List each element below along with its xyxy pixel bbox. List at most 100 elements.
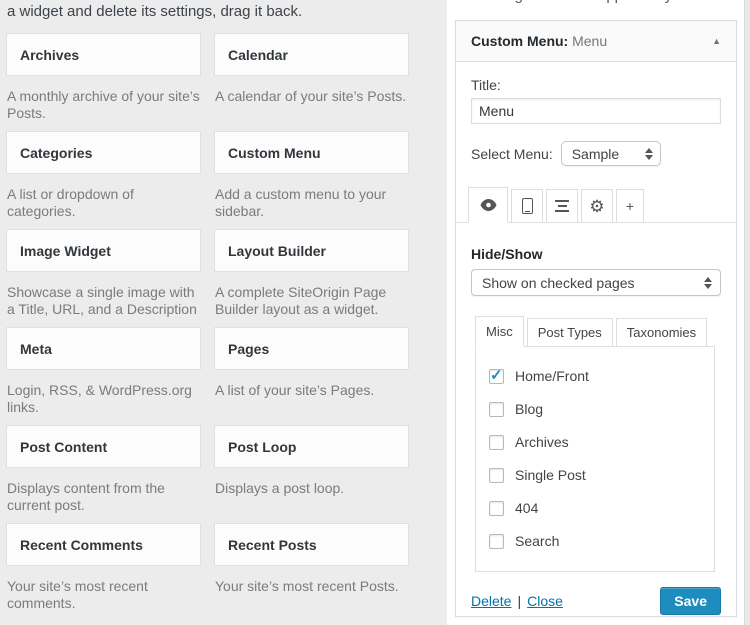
widget-description: A list or dropdown of categories. (6, 186, 201, 220)
checkbox-row[interactable]: ✓ 404 (489, 500, 704, 516)
widget-title: Custom Menu (228, 145, 321, 161)
visibility-tab-misc[interactable]: Misc (475, 316, 524, 347)
widget-card[interactable]: Recent Comments (6, 523, 201, 566)
widget-icon-tabs: ⚙ + (456, 187, 736, 223)
tab-settings[interactable]: ⚙ (581, 189, 613, 223)
widget-card[interactable]: Archives (6, 33, 201, 76)
visibility-tab-bar: MiscPost TypesTaxonomies (471, 316, 721, 346)
checkbox-row[interactable]: ✓ Blog (489, 401, 704, 417)
widgets-admin-page: a widget and delete its settings, drag i… (0, 0, 750, 625)
checkbox[interactable]: ✓ (489, 501, 504, 516)
title-label: Title: (471, 77, 721, 93)
select-arrows-icon (645, 148, 653, 160)
checkbox[interactable]: ✓ (489, 534, 504, 549)
widget-cell: Meta Login, RSS, & WordPress.org links. (6, 327, 201, 416)
widget-header[interactable]: Custom Menu: Menu ▲ (456, 21, 736, 62)
select-arrows-icon (704, 277, 712, 289)
widget-cell: Custom Menu Add a custom menu to your si… (214, 131, 409, 220)
checkbox-row[interactable]: ✓ Single Post (489, 467, 704, 483)
hide-show-value: Show on checked pages (482, 275, 635, 291)
widget-description: Displays content from the current post. (6, 480, 201, 514)
close-link[interactable]: Close (527, 593, 563, 609)
widget-cell: Image Widget Showcase a single image wit… (6, 229, 201, 318)
widget-description: A list of your site’s Pages. (214, 382, 409, 399)
widget-card[interactable]: Post Content (6, 425, 201, 468)
widget-cell: Layout Builder A complete SiteOrigin Pag… (214, 229, 409, 318)
hide-show-dropdown[interactable]: Show on checked pages (471, 269, 721, 296)
collapse-icon[interactable]: ▲ (712, 36, 721, 46)
widget-description: A calendar of your site’s Posts. (214, 88, 409, 105)
widget-footer: Delete | Close Save (471, 587, 721, 615)
footer-separator: | (517, 593, 521, 609)
sidebar-partial-text: widgets here to appear in your (447, 0, 739, 4)
checkbox[interactable]: ✓ (489, 468, 504, 483)
checkbox-label: Archives (515, 434, 569, 450)
checkbox[interactable]: ✓ (489, 402, 504, 417)
save-button[interactable]: Save (660, 587, 721, 615)
widget-cell: Recent Comments Your site’s most recent … (6, 523, 201, 612)
delete-link[interactable]: Delete (471, 593, 511, 609)
widget-cell: Pages A list of your site’s Pages. (214, 327, 409, 416)
select-menu-label: Select Menu: (471, 146, 553, 162)
pages-checkbox-panel: ✓ Home/Front ✓ Blog ✓ Archives ✓ Single … (475, 346, 715, 572)
plus-icon: + (626, 198, 634, 214)
visibility-tab-taxonomies[interactable]: Taxonomies (616, 318, 707, 347)
checkbox-label: Search (515, 533, 559, 549)
checkbox-row[interactable]: ✓ Home/Front (489, 368, 704, 384)
tab-mobile[interactable] (511, 189, 543, 223)
widget-cell: Post Loop Displays a post loop. (214, 425, 409, 514)
widget-title: Post Content (20, 439, 107, 455)
widget-cell: Archives A monthly archive of your site’… (6, 33, 201, 122)
tab-visibility[interactable] (468, 187, 508, 223)
align-center-icon (555, 199, 569, 214)
widget-title: Pages (228, 341, 269, 357)
checkbox-label: 404 (515, 500, 538, 516)
widget-title: Image Widget (20, 243, 111, 259)
checkbox[interactable]: ✓ (489, 435, 504, 450)
checkbox-row[interactable]: ✓ Archives (489, 434, 704, 450)
widget-title: Recent Posts (228, 537, 317, 553)
widget-title: Calendar (228, 47, 288, 63)
visibility-tab-post-types[interactable]: Post Types (527, 318, 613, 347)
tab-alignment[interactable] (546, 189, 578, 223)
select-menu-dropdown[interactable]: Sample (561, 141, 661, 166)
checkbox-label: Single Post (515, 467, 586, 483)
widget-card[interactable]: Recent Posts (214, 523, 409, 566)
widget-title: Recent Comments (20, 537, 143, 553)
checkbox-row[interactable]: ✓ Search (489, 533, 704, 549)
widget-description: Add a custom menu to your sidebar. (214, 186, 409, 220)
widget-card[interactable]: Calendar (214, 33, 409, 76)
widget-card[interactable]: Pages (214, 327, 409, 370)
widget-cell: Post Content Displays content from the c… (6, 425, 201, 514)
title-input[interactable] (471, 98, 721, 124)
sidebar-panel: widgets here to appear in your Custom Me… (447, 0, 750, 625)
widget-card[interactable]: Custom Menu (214, 131, 409, 174)
widget-title: Layout Builder (228, 243, 326, 259)
widget-card[interactable]: Categories (6, 131, 201, 174)
widget-description: Your site’s most recent comments. (6, 578, 201, 612)
available-widgets-panel: a widget and delete its settings, drag i… (0, 0, 447, 625)
widget-description: A monthly archive of your site’s Posts. (6, 88, 201, 122)
checkbox-label: Home/Front (515, 368, 589, 384)
widget-title: Post Loop (228, 439, 296, 455)
widget-card[interactable]: Meta (6, 327, 201, 370)
widget-cell: Recent Posts Your site’s most recent Pos… (214, 523, 409, 612)
widget-description: A complete SiteOrigin Page Builder layou… (214, 284, 409, 318)
widget-card[interactable]: Layout Builder (214, 229, 409, 272)
tab-add[interactable]: + (616, 189, 644, 223)
checkbox-label: Blog (515, 401, 543, 417)
widget-title: Categories (20, 145, 92, 161)
eye-icon (480, 199, 497, 211)
select-menu-value: Sample (572, 146, 619, 162)
widget-card[interactable]: Post Loop (214, 425, 409, 468)
widget-body: Title: Select Menu: Sample (456, 62, 736, 625)
checkbox[interactable]: ✓ (489, 369, 504, 384)
widget-header-title: Custom Menu: Menu (471, 33, 607, 49)
gear-icon: ⚙ (589, 198, 604, 215)
widget-title: Archives (20, 47, 79, 63)
widget-cell: Calendar A calendar of your site’s Posts… (214, 33, 409, 122)
widget-description: Login, RSS, & WordPress.org links. (6, 382, 201, 416)
widget-description: Displays a post loop. (214, 480, 409, 497)
widget-card[interactable]: Image Widget (6, 229, 201, 272)
scrollbar-track[interactable] (744, 0, 750, 625)
